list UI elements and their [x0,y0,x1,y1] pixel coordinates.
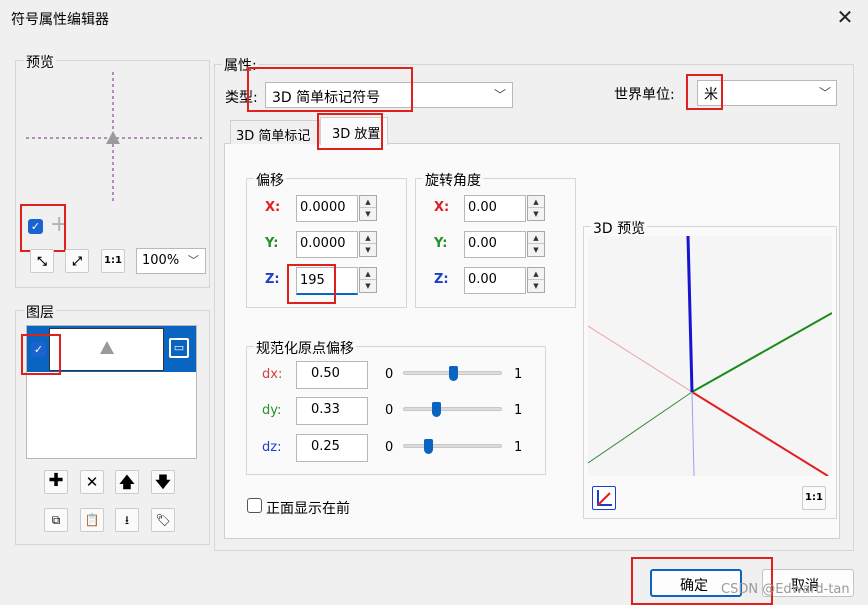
zoom-value: 100% [142,253,180,268]
dy-slider[interactable] [403,407,502,411]
move-up-icon[interactable]: 🡅 [115,470,139,494]
layer-lock-icon[interactable]: ▭ [169,338,189,358]
layer-triangle-icon [100,341,114,354]
add-layer-icon[interactable]: ✚ [44,470,68,494]
dx-value: 0.50 [311,366,340,381]
preview3d-reset-button[interactable]: 1:1 [802,486,826,510]
preview3d-title: 3D 预览 [591,218,648,238]
offset-x-spinner[interactable]: ▲ ▼ [359,195,377,221]
dy-slider-thumb[interactable] [431,402,441,417]
layers-title: 图层 [24,302,56,322]
offset-title: 偏移 [254,170,286,190]
chevron-down-icon: ﹀ [494,88,507,102]
rotation-y-spinner[interactable]: ▲ ▼ [527,231,545,257]
axes-glyph [597,490,612,506]
dz-min-label: 0 [385,440,394,455]
rotation-y-label: Y: [434,236,448,251]
dz-slider-thumb[interactable] [423,439,433,454]
rotation-x-spinner[interactable]: ▲ ▼ [527,195,545,221]
offset-z-spinner[interactable]: ▲ ▼ [359,267,377,293]
front-display-label: 正面显示在前 [266,501,350,517]
tab-simple-marker-label: 3D 简单标记 [236,129,311,144]
watermark: CSDN @Edward-tan [721,582,850,597]
dx-slider-thumb[interactable] [448,366,458,381]
symbol-preview-canvas [26,72,202,202]
dz-label: dz: [262,440,282,455]
preview3d-background [588,236,832,476]
highlight-type-select [247,67,413,112]
highlight-layer-checkbox [21,334,61,375]
tag-layer-icon[interactable]: 🏷 [151,508,175,532]
move-down-icon[interactable]: 🡇 [151,470,175,494]
offset-z-label: Z: [265,272,280,287]
front-display-checkbox[interactable] [247,498,262,513]
highlight-placement-tab [317,113,383,150]
highlight-offset-z [287,264,336,304]
offset-x-value: 0.0000 [300,200,346,215]
title-bar [0,0,868,36]
dz-value: 0.25 [311,439,340,454]
fit-in-icon[interactable]: ⤡ [30,249,54,273]
chevron-down-icon: ﹀ [188,254,199,267]
reset-layer-icon[interactable]: ⭳ [115,508,139,532]
rotation-x-label: X: [434,200,450,215]
rotation-z-spinner[interactable]: ▲ ▼ [527,267,545,293]
preview-title: 预览 [24,52,56,72]
chevron-down-icon: ﹀ [819,86,832,100]
offset-y-spinner[interactable]: ▲ ▼ [359,231,377,257]
rotation-z-label: Z: [434,272,449,287]
offset-x-label: X: [265,200,281,215]
close-icon[interactable]: ✕ [833,6,857,30]
axes-toggle-icon[interactable] [592,486,616,510]
world-unit-label: 世界单位: [614,87,675,103]
dx-label: dx: [262,367,283,382]
delete-layer-icon[interactable]: ✕ [80,470,104,494]
dx-max-label: 1 [514,367,523,382]
origin-offset-title: 规范化原点偏移 [254,338,356,358]
copy-layer-icon[interactable]: ⧉ [44,508,68,532]
rotation-title: 旋转角度 [423,170,483,190]
rotation-z-value: 0.00 [468,272,497,287]
dy-value: 0.33 [311,402,340,417]
highlight-preview-checkbox [20,204,66,252]
highlight-world-unit [686,74,723,110]
dz-slider[interactable] [403,444,502,448]
dx-min-label: 0 [385,367,394,382]
preview3d-canvas[interactable] [588,236,832,476]
highlight-ok-button [631,557,773,605]
offset-y-value: 0.0000 [300,236,346,251]
window-title: 符号属性编辑器 [11,12,109,28]
fit-out-icon[interactable]: ⤢ [65,249,89,273]
dz-max-label: 1 [514,440,523,455]
rotation-y-value: 0.00 [468,236,497,251]
offset-y-label: Y: [265,236,279,251]
paste-layer-icon[interactable]: 📋 [80,508,104,532]
actual-size-icon[interactable]: 1:1 [101,249,125,273]
rotation-x-value: 0.00 [468,200,497,215]
dy-min-label: 0 [385,403,394,418]
dy-label: dy: [262,403,282,418]
dy-max-label: 1 [514,403,523,418]
